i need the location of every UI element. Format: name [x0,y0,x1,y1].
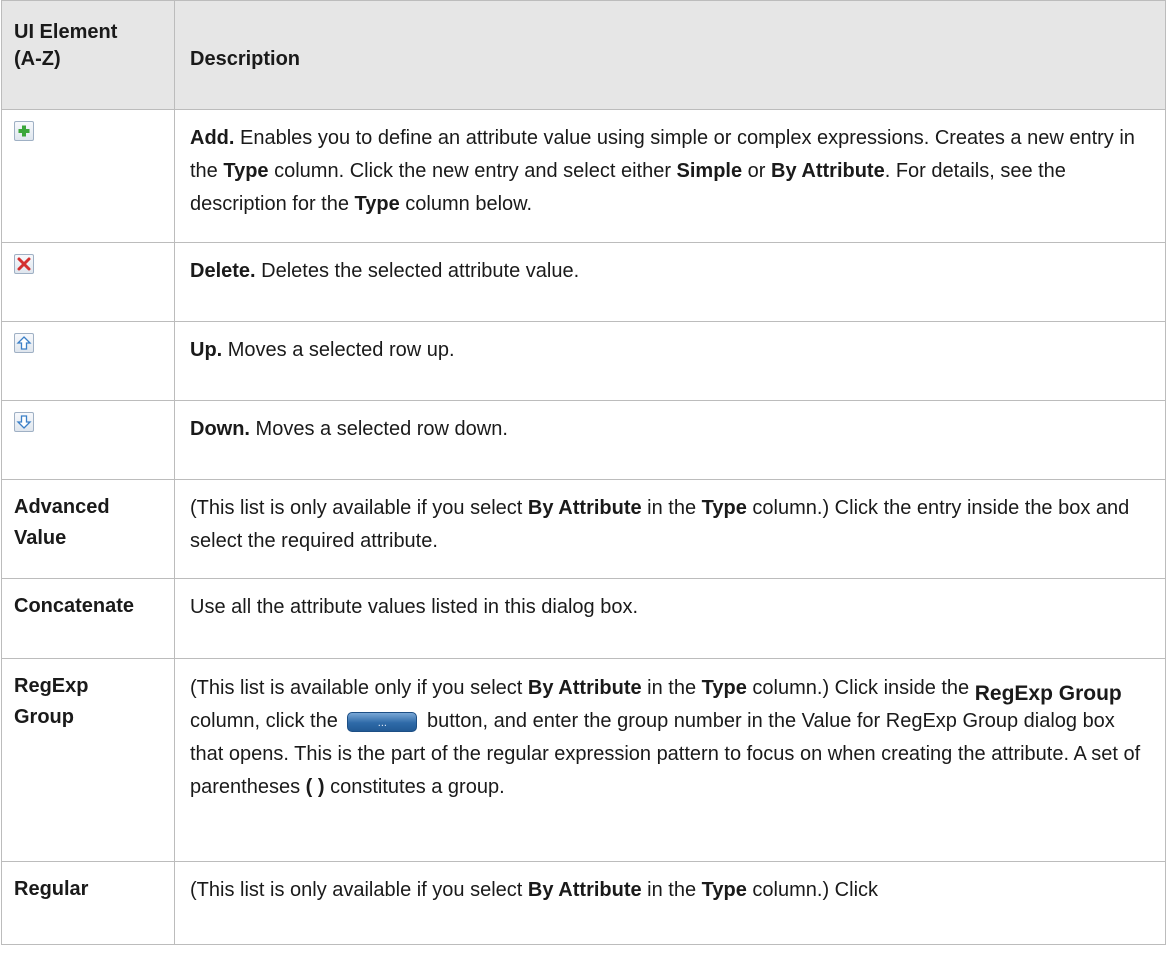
table-header-row: UI Element (A-Z) Description [1,0,1166,110]
down-text: Moves a selected row down. [250,418,508,440]
regular-label: Regular [14,878,89,900]
description-cell: Add. Enables you to define an attribute … [174,109,1166,243]
regular-bold-2: Type [701,879,747,901]
ellipsis-button-label: ... [377,716,387,729]
element-cell [1,109,175,243]
ellipsis-button[interactable]: ... [347,711,418,732]
delete-title: Delete. [190,260,256,282]
element-label-regexp-group: RegExp Group [1,658,175,862]
add-bold-3: By Attribute [771,160,885,182]
down-title: Down. [190,418,250,440]
table-row-delete: Delete. Deletes the selected attribute v… [1,242,1166,322]
description-cell: Use all the attribute values listed in t… [174,578,1166,659]
element-label-concatenate: Concatenate [1,578,175,659]
up-text: Moves a selected row up. [222,339,455,361]
description-cell: Down. Moves a selected row down. [174,400,1166,480]
regexp-text-1: (This list is available only if you sele… [190,677,528,699]
element-cell [1,321,175,401]
element-label-advanced-value: Advanced Value [1,479,175,579]
table-row-add: Add. Enables you to define an attribute … [1,109,1166,243]
add-bold-4: Type [354,193,400,215]
adv-bold-1: By Attribute [527,497,642,519]
advanced-value-label-2: Value [14,527,67,549]
arrow-down-icon[interactable] [14,412,34,432]
element-cell [1,242,175,322]
description-cell: Up. Moves a selected row up. [174,321,1166,401]
arrow-up-icon[interactable] [14,333,34,353]
add-text-5: column below. [399,193,533,215]
add-title: Add. [190,127,235,149]
concatenate-text: Use all the attribute values listed in t… [190,596,639,618]
add-bold-2: Simple [676,160,743,182]
table-row-down: Down. Moves a selected row down. [1,400,1166,480]
regular-bold-1: By Attribute [527,879,642,901]
add-text-3: or [742,160,772,182]
adv-bold-2: Type [701,497,747,519]
header-description: Description [174,0,1166,110]
regexp-text-3: column.) Click inside the [746,677,975,699]
up-title: Up. [190,339,223,361]
add-text-2: column. Click the new entry and select e… [268,160,677,182]
regular-text-2: in the [641,879,702,901]
header-ui-element-line1: UI Element [14,21,118,43]
element-cell [1,400,175,480]
delete-x-icon[interactable] [14,254,34,274]
regexp-text-2: in the [641,677,702,699]
description-cell: Delete. Deletes the selected attribute v… [174,242,1166,322]
description-cell: (This list is available only if you sele… [174,658,1166,862]
regexp-label-2: Group [14,706,74,728]
table-row-advanced-value: Advanced Value (This list is only availab… [1,479,1166,579]
description-cell: (This list is only available if you sele… [174,479,1166,579]
table-row-concatenate: Concatenate Use all the attribute values… [1,578,1166,659]
regexp-bold-2: Type [701,677,747,699]
concatenate-label: Concatenate [14,595,135,617]
table-row-regexp-group: RegExp Group (This list is available only… [1,658,1166,862]
description-cell: (This list is only available if you sele… [174,861,1166,945]
adv-text-1: (This list is only available if you sele… [190,497,528,519]
add-bold-1: Type [223,160,269,182]
regexp-bold-1: By Attribute [527,677,642,699]
regular-text-3: column.) Click [746,879,879,901]
delete-text: Deletes the selected attribute value. [255,260,580,282]
table-row-regular: Regular (This list is only available if … [1,861,1166,945]
header-ui-element-line2: (A-Z) [14,48,61,70]
table-row-up: Up. Moves a selected row up. [1,321,1166,401]
element-label-regular: Regular [1,861,175,945]
ui-elements-table: UI Element (A-Z) Description Add. Enables… [1,0,1166,945]
regexp-text-6: constitutes a group. [324,776,505,798]
header-description-label: Description [190,48,301,70]
regexp-text-4: column, click the [190,710,344,732]
header-ui-element: UI Element (A-Z) [1,0,175,110]
adv-text-2: in the [641,497,702,519]
regexp-label-1: RegExp [14,675,89,697]
advanced-value-label-1: Advanced [14,496,110,518]
regexp-group-column-name: RegExp Group [974,682,1122,705]
regexp-bold-3: ( ) [305,776,325,798]
plus-icon[interactable] [14,121,34,141]
regular-text-1: (This list is only available if you sele… [190,879,528,901]
